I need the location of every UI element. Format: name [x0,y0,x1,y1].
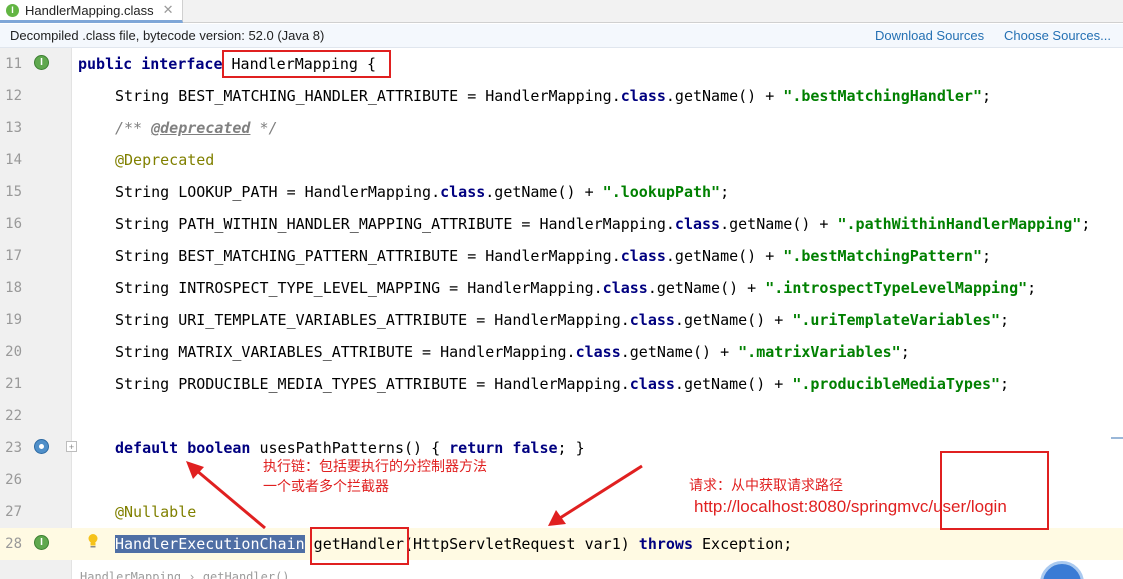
code-text: @Nullable [115,503,197,521]
code-text: /** @deprecated */ [115,119,278,137]
code-line: 16 String PATH_WITHIN_HANDLER_MAPPING_AT… [0,208,1123,240]
code-line: 20 String MATRIX_VARIABLES_ATTRIBUTE = H… [0,336,1123,368]
code-text: @Deprecated [115,151,215,169]
code-line: 21 String PRODUCIBLE_MEDIA_TYPES_ATTRIBU… [0,368,1123,400]
code-line: 19 String URI_TEMPLATE_VARIABLES_ATTRIBU… [0,304,1123,336]
line-number: 12 [5,88,22,104]
implemented-icon[interactable]: I [34,55,49,70]
line-number: 19 [5,312,22,328]
interface-icon: I [6,3,19,17]
line-number: 13 [5,120,22,136]
code-line: 14 @Deprecated [0,144,1123,176]
fold-icon[interactable]: + [66,441,77,452]
code-line: 12 String BEST_MATCHING_HANDLER_ATTRIBUT… [0,80,1123,112]
banner-text: Decompiled .class file, bytecode version… [10,28,325,43]
scroll-marker [1111,437,1123,439]
code-text: default boolean usesPathPatterns() { ret… [115,439,585,457]
code-text: String BEST_MATCHING_HANDLER_ATTRIBUTE =… [115,87,992,105]
line-number: 17 [5,248,22,264]
code-line: 15 String LOOKUP_PATH = HandlerMapping.c… [0,176,1123,208]
code-text: HandlerExecutionChain getHandler(HttpSer… [115,535,793,553]
annotation-request-url: http://localhost:8080/springmvc/user/log… [694,497,1007,516]
line-number: 11 [5,56,22,72]
implemented-icon[interactable]: I [34,535,49,550]
line-number: 28 [5,536,22,552]
line-number: 18 [5,280,22,296]
close-icon[interactable]: ✕ [163,2,174,18]
code-line: 22 [0,400,1123,432]
tab-label: HandlerMapping.class [25,2,154,18]
line-number: 23 [5,440,22,456]
code-line: 11 I public interface HandlerMapping { [0,48,1123,80]
lightbulb-icon[interactable] [87,533,99,549]
highlight-box-url-path [940,451,1049,530]
download-sources-link[interactable]: Download Sources [875,28,984,43]
code-text: String INTROSPECT_TYPE_LEVEL_MAPPING = H… [115,279,1037,297]
override-icon[interactable] [34,439,49,454]
line-number: 26 [5,472,22,488]
decompiled-banner: Decompiled .class file, bytecode version… [0,24,1123,48]
line-number: 27 [5,504,22,520]
code-text: String PATH_WITHIN_HANDLER_MAPPING_ATTRI… [115,215,1091,233]
code-text: String BEST_MATCHING_PATTERN_ATTRIBUTE =… [115,247,992,265]
selected-return-type: HandlerExecutionChain [115,535,305,553]
annotation-execution-chain: 执行链：包括要执行的分控制器方法 一个或者多个拦截器 [263,459,487,495]
code-text: String URI_TEMPLATE_VARIABLES_ATTRIBUTE … [115,311,1010,329]
code-text: String LOOKUP_PATH = HandlerMapping.clas… [115,183,730,201]
line-number: 14 [5,152,22,168]
line-number: 15 [5,184,22,200]
code-line: 13 /** @deprecated */ [0,112,1123,144]
choose-sources-link[interactable]: Choose Sources... [1004,28,1111,43]
code-line: 17 String BEST_MATCHING_PATTERN_ATTRIBUT… [0,240,1123,272]
tab-handler-mapping[interactable]: I HandlerMapping.class ✕ [0,0,183,23]
breadcrumb: HandlerMapping › getHandler() [80,570,290,579]
code-line-current: 28 I HandlerExecutionChain getHandler(Ht… [0,528,1123,560]
line-number: 20 [5,344,22,360]
line-number: 16 [5,216,22,232]
code-line: 18 String INTROSPECT_TYPE_LEVEL_MAPPING … [0,272,1123,304]
editor-tab-bar: I HandlerMapping.class ✕ [0,0,1123,23]
code-text: String PRODUCIBLE_MEDIA_TYPES_ATTRIBUTE … [115,375,1010,393]
highlight-box-get-handler [310,527,409,565]
line-number: 22 [5,408,22,424]
code-text: String MATRIX_VARIABLES_ATTRIBUTE = Hand… [115,343,910,361]
line-number: 21 [5,376,22,392]
annotation-request: 请求：从中获取请求路径 [689,478,843,494]
highlight-box-interface-name [222,50,391,78]
